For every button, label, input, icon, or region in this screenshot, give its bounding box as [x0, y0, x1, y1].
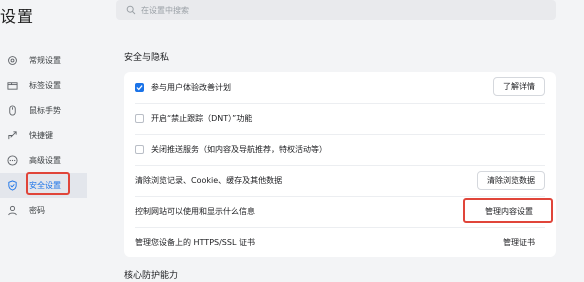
- page-title: 设置: [0, 7, 35, 26]
- search-placeholder: 在设置中搜索: [141, 5, 189, 15]
- row-label: 关闭推送服务（如内容及导航推荐，特权活动等）: [151, 145, 327, 154]
- mouse-icon: [6, 105, 18, 117]
- gear-icon: [6, 55, 18, 67]
- push-service-checkbox[interactable]: [135, 145, 144, 154]
- sidebar-item-mouse-gestures[interactable]: 鼠标手势: [0, 98, 100, 123]
- sidebar-item-label: 快捷键: [29, 131, 53, 140]
- sidebar-item-shortcuts[interactable]: 快捷键: [0, 123, 100, 148]
- clear-browsing-data-button[interactable]: 清除浏览数据: [477, 171, 545, 190]
- key-icon: [6, 205, 18, 217]
- row-label: 开启“禁止跟踪（DNT）”功能: [151, 114, 253, 123]
- highlight-content-settings-button: [463, 198, 553, 223]
- sidebar-item-label: 高级设置: [29, 156, 61, 165]
- more-icon: [6, 155, 18, 167]
- row-push-service: 关闭推送服务（如内容及导航推荐，特权活动等）: [124, 134, 556, 165]
- row-label: 控制网站可以使用和显示什么信息: [135, 207, 255, 216]
- row-label: 管理您设备上的 HTTPS/SSL 证书: [135, 238, 255, 247]
- ux-program-checkbox[interactable]: [135, 83, 144, 92]
- sidebar-item-advanced[interactable]: 高级设置: [0, 148, 100, 173]
- sidebar-item-label: 标签设置: [29, 81, 61, 90]
- sidebar-item-label: 常规设置: [29, 56, 61, 65]
- sidebar-item-general[interactable]: 常规设置: [0, 48, 100, 73]
- section-title-security-privacy: 安全与隐私: [124, 53, 170, 63]
- section-title-core-protection: 核心防护能力: [124, 271, 179, 281]
- sidebar-item-passwords[interactable]: 密码: [0, 198, 100, 223]
- row-dnt: 开启“禁止跟踪（DNT）”功能: [124, 103, 556, 134]
- shortcut-icon: [6, 130, 18, 142]
- sidebar-item-tabs[interactable]: 标签设置: [0, 73, 100, 98]
- security-privacy-card: 参与用户体验改善计划 了解详情 开启“禁止跟踪（DNT）”功能 关闭推送服务（如…: [124, 72, 556, 257]
- row-clear-data: 清除浏览记录、Cookie、缓存及其他数据 清除浏览数据: [124, 165, 556, 196]
- dnt-checkbox[interactable]: [135, 114, 144, 123]
- manage-certificates-button[interactable]: 管理证书: [493, 233, 545, 252]
- row-certificates: 管理您设备上的 HTTPS/SSL 证书 管理证书: [124, 227, 556, 258]
- search-input[interactable]: 在设置中搜索: [116, 0, 556, 20]
- sidebar: 常规设置 标签设置 鼠标手势 快捷键 高级设置 安全设置 密码: [0, 48, 100, 223]
- row-label: 参与用户体验改善计划: [151, 83, 231, 92]
- row-label: 清除浏览记录、Cookie、缓存及其他数据: [135, 176, 283, 185]
- learn-more-button[interactable]: 了解详情: [493, 77, 545, 96]
- sidebar-item-label: 密码: [29, 206, 45, 215]
- tab-icon: [6, 80, 18, 92]
- shield-icon: [6, 180, 18, 192]
- row-ux-program: 参与用户体验改善计划 了解详情: [124, 72, 556, 103]
- search-icon: [126, 5, 136, 15]
- highlight-security-nav: [26, 172, 70, 195]
- sidebar-item-label: 鼠标手势: [29, 106, 61, 115]
